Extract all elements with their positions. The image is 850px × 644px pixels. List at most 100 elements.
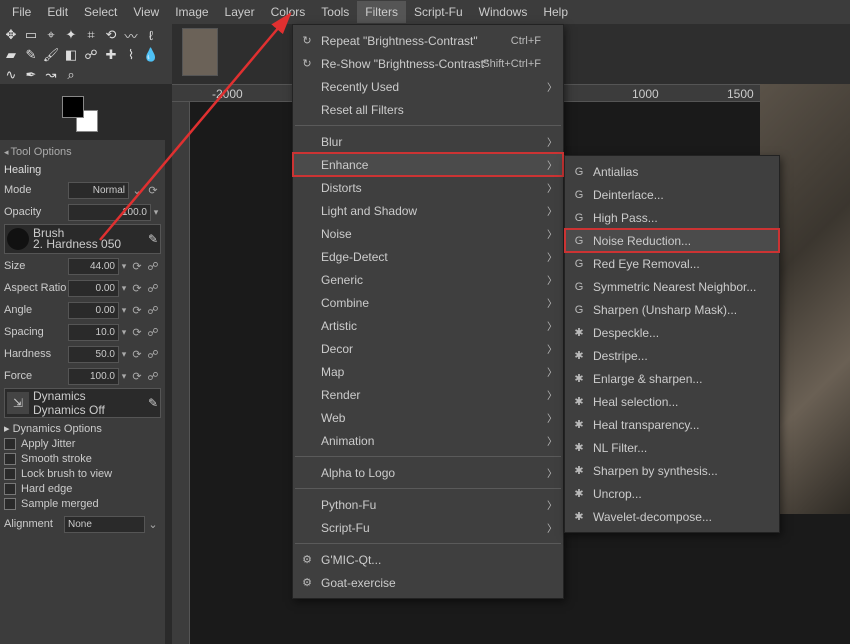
link-icon[interactable]: ☍ — [145, 282, 161, 295]
brush-selector[interactable]: Brush 2. Hardness 050 ✎ — [4, 224, 161, 254]
opacity-input[interactable]: 100.0 — [68, 204, 151, 221]
chevron-down-icon[interactable]: ⌄ — [145, 518, 161, 531]
foreground-color-swatch[interactable] — [62, 96, 84, 118]
spinner-icon[interactable]: ▾ — [119, 371, 129, 382]
spinner-icon[interactable]: ▾ — [119, 261, 129, 272]
reset-icon[interactable]: ⟳ — [145, 184, 161, 197]
menu-item-sharpen-unsharp-mask[interactable]: GSharpen (Unsharp Mask)... — [565, 298, 779, 321]
angle-input[interactable]: 0.00 — [68, 302, 119, 319]
tool-airbrush-icon[interactable]: ∿ — [2, 66, 20, 84]
tool-crop-icon[interactable]: ⌗ — [82, 26, 100, 44]
menu-item-enhance[interactable]: Enhance〉 — [293, 153, 563, 176]
reset-icon[interactable]: ⟳ — [129, 260, 145, 273]
menu-item-antialias[interactable]: GAntialias — [565, 160, 779, 183]
menu-item-re-show-brightness-contrast[interactable]: ↻Re-Show "Brightness-Contrast"Shift+Ctrl… — [293, 52, 563, 75]
alignment-select[interactable]: None — [64, 516, 145, 533]
menu-colors[interactable]: Colors — [263, 1, 314, 23]
color-swatch[interactable] — [62, 96, 98, 132]
reset-icon[interactable]: ⟳ — [129, 282, 145, 295]
tool-ink-icon[interactable]: ✒ — [22, 66, 40, 84]
menu-item-symmetric-nearest-neighbor[interactable]: GSymmetric Nearest Neighbor... — [565, 275, 779, 298]
spinner-icon[interactable]: ▾ — [119, 327, 129, 338]
menu-item-map[interactable]: Map〉 — [293, 360, 563, 383]
tool-path-icon[interactable]: ↝ — [42, 66, 60, 84]
menu-item-heal-transparency[interactable]: ✱Heal transparency... — [565, 413, 779, 436]
hardness-input[interactable]: 50.0 — [68, 346, 119, 363]
tool-pencil-icon[interactable]: ✎ — [22, 46, 40, 64]
link-icon[interactable]: ☍ — [145, 326, 161, 339]
menu-item-high-pass[interactable]: GHigh Pass... — [565, 206, 779, 229]
menu-item-recently-used[interactable]: Recently Used〉 — [293, 75, 563, 98]
mode-select[interactable]: Normal — [68, 182, 129, 199]
menu-layer[interactable]: Layer — [217, 1, 263, 23]
menu-item-render[interactable]: Render〉 — [293, 383, 563, 406]
option-apply-jitter[interactable]: Apply Jitter — [4, 438, 161, 450]
menu-help[interactable]: Help — [535, 1, 576, 23]
menu-item-web[interactable]: Web〉 — [293, 406, 563, 429]
menu-image[interactable]: Image — [167, 1, 216, 23]
menu-file[interactable]: File — [4, 1, 39, 23]
tool-text-icon[interactable]: ℓ — [142, 26, 160, 44]
tool-picker-icon[interactable]: ⌕ — [62, 66, 80, 84]
tool-rect-select-icon[interactable]: ▭ — [22, 26, 40, 44]
chevron-down-icon[interactable]: ⌄ — [129, 184, 145, 197]
menu-item-edge-detect[interactable]: Edge-Detect〉 — [293, 245, 563, 268]
tool-rotate-icon[interactable]: ⟲ — [102, 26, 120, 44]
tool-warp-icon[interactable]: 〰 — [122, 26, 140, 44]
menu-windows[interactable]: Windows — [471, 1, 536, 23]
edit-dynamics-icon[interactable]: ✎ — [148, 396, 158, 410]
edit-brush-icon[interactable]: ✎ — [148, 232, 158, 246]
aspect-ratio-input[interactable]: 0.00 — [68, 280, 119, 297]
tool-eraser-icon[interactable]: ◧ — [62, 46, 80, 64]
option-hard-edge[interactable]: Hard edge — [4, 483, 161, 495]
menu-filters[interactable]: Filters — [357, 1, 406, 23]
link-icon[interactable]: ☍ — [145, 370, 161, 383]
tool-lasso-icon[interactable]: ⌖ — [42, 26, 60, 44]
tool-brush-icon[interactable]: 🖌 — [42, 46, 60, 64]
menu-script-fu[interactable]: Script-Fu — [406, 1, 471, 23]
menu-item-repeat-brightness-contrast[interactable]: ↻Repeat "Brightness-Contrast"Ctrl+F — [293, 29, 563, 52]
menu-item-generic[interactable]: Generic〉 — [293, 268, 563, 291]
menu-item-goat-exercise[interactable]: ⚙Goat-exercise — [293, 571, 563, 594]
option-lock-brush-to-view[interactable]: Lock brush to view — [4, 468, 161, 480]
menu-item-noise[interactable]: Noise〉 — [293, 222, 563, 245]
menu-item-wavelet-decompose[interactable]: ✱Wavelet-decompose... — [565, 505, 779, 528]
menu-view[interactable]: View — [125, 1, 167, 23]
menu-tools[interactable]: Tools — [313, 1, 357, 23]
menu-item-decor[interactable]: Decor〉 — [293, 337, 563, 360]
tool-heal-icon[interactable]: ✚ — [102, 46, 120, 64]
menu-item-destripe[interactable]: ✱Destripe... — [565, 344, 779, 367]
menu-item-deinterlace[interactable]: GDeinterlace... — [565, 183, 779, 206]
menu-item-distorts[interactable]: Distorts〉 — [293, 176, 563, 199]
menu-select[interactable]: Select — [76, 1, 125, 23]
menu-item-heal-selection[interactable]: ✱Heal selection... — [565, 390, 779, 413]
option-smooth-stroke[interactable]: Smooth stroke — [4, 453, 161, 465]
spinner-icon[interactable]: ▾ — [119, 283, 129, 294]
menu-item-uncrop[interactable]: ✱Uncrop... — [565, 482, 779, 505]
menu-item-red-eye-removal[interactable]: GRed Eye Removal... — [565, 252, 779, 275]
menu-item-combine[interactable]: Combine〉 — [293, 291, 563, 314]
menu-item-g-mic-qt[interactable]: ⚙G'MIC-Qt... — [293, 548, 563, 571]
size-input[interactable]: 44.00 — [68, 258, 119, 275]
reset-icon[interactable]: ⟳ — [129, 370, 145, 383]
image-thumbnail[interactable] — [182, 28, 218, 76]
menu-item-enlarge-sharpen[interactable]: ✱Enlarge & sharpen... — [565, 367, 779, 390]
menu-item-light-and-shadow[interactable]: Light and Shadow〉 — [293, 199, 563, 222]
spinner-icon[interactable]: ▾ — [151, 207, 161, 218]
tool-smudge-icon[interactable]: ⌇ — [122, 46, 140, 64]
link-icon[interactable]: ☍ — [145, 348, 161, 361]
spinner-icon[interactable]: ▾ — [119, 349, 129, 360]
tool-clone-icon[interactable]: ☍ — [82, 46, 100, 64]
tool-wand-icon[interactable]: ✦ — [62, 26, 80, 44]
dynamics-selector[interactable]: ⇲ Dynamics Dynamics Off ✎ — [4, 388, 161, 418]
menu-item-blur[interactable]: Blur〉 — [293, 130, 563, 153]
menu-item-sharpen-by-synthesis[interactable]: ✱Sharpen by synthesis... — [565, 459, 779, 482]
spinner-icon[interactable]: ▾ — [119, 305, 129, 316]
reset-icon[interactable]: ⟳ — [129, 326, 145, 339]
menu-item-reset-all-filters[interactable]: Reset all Filters — [293, 98, 563, 121]
spacing-input[interactable]: 10.0 — [68, 324, 119, 341]
menu-item-python-fu[interactable]: Python-Fu〉 — [293, 493, 563, 516]
link-icon[interactable]: ☍ — [145, 304, 161, 317]
menu-item-script-fu[interactable]: Script-Fu〉 — [293, 516, 563, 539]
menu-item-animation[interactable]: Animation〉 — [293, 429, 563, 452]
